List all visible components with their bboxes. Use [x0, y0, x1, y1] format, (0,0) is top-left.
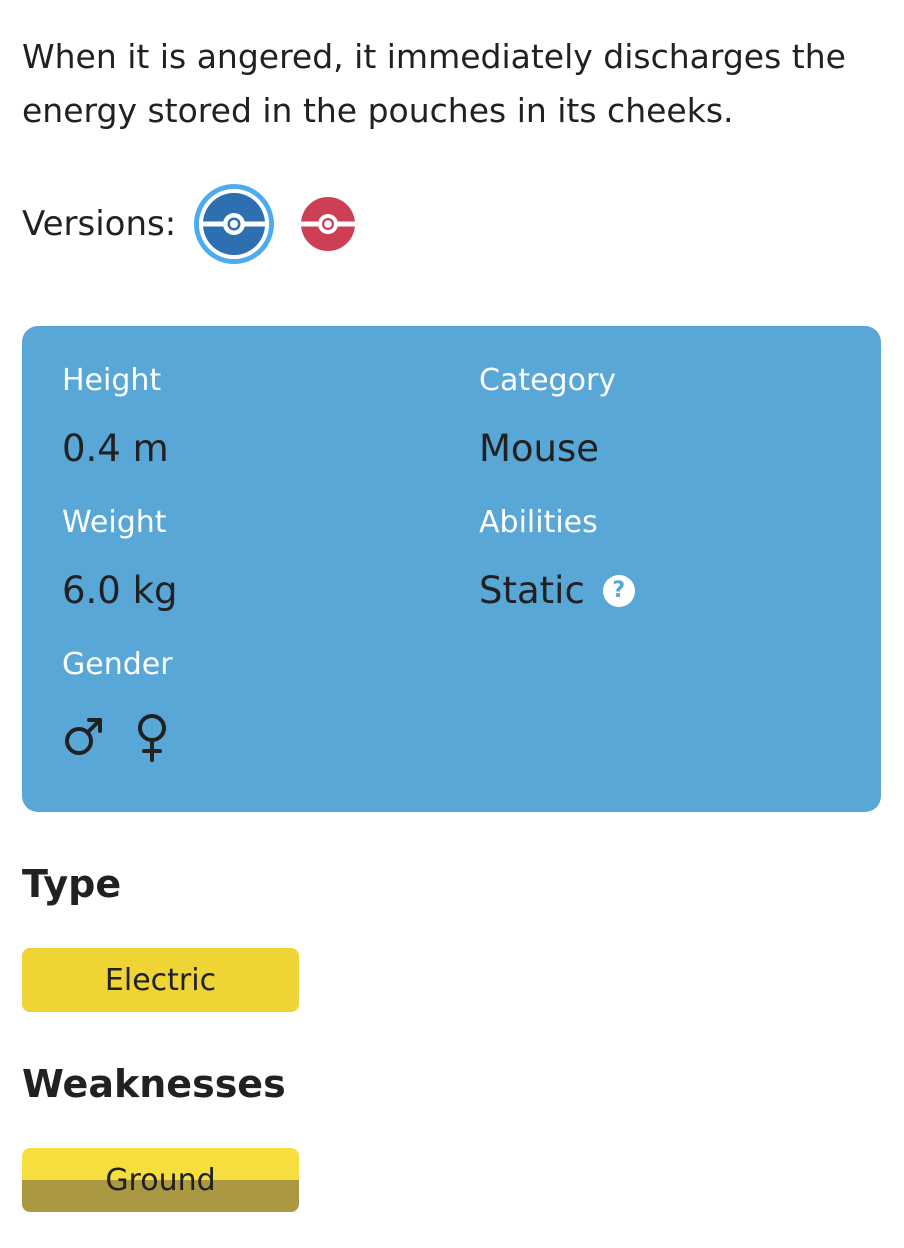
weight-label: Weight — [62, 505, 167, 540]
weakness-pill-ground[interactable]: Ground — [22, 1148, 299, 1212]
category-stat: Category Mouse — [479, 364, 616, 470]
version-blue-button[interactable] — [194, 184, 275, 264]
category-value: Mouse — [479, 427, 600, 470]
versions-label: Versions: — [22, 204, 177, 244]
weaknesses-heading: Weaknesses — [22, 1062, 286, 1106]
height-stat: Height 0.4 m — [62, 364, 169, 470]
height-value: 0.4 m — [62, 427, 169, 470]
abilities-row: Static? — [479, 570, 635, 612]
flavor-text: When it is angered, it immediately disch… — [22, 37, 846, 130]
male-icon — [62, 716, 104, 762]
gender-label: Gender — [62, 647, 173, 682]
question-icon[interactable]: ? — [602, 574, 635, 607]
ability-link-static[interactable]: Static — [479, 569, 585, 612]
height-label: Height — [62, 363, 162, 398]
gender-stat: Gender — [62, 648, 173, 766]
pokeball-red-version-icon — [301, 197, 356, 251]
category-label: Category — [479, 363, 617, 398]
version-red-button[interactable] — [300, 196, 356, 252]
female-icon — [134, 712, 170, 766]
type-heading: Type — [22, 862, 122, 906]
gender-icons — [62, 712, 173, 766]
pokeball-blue-version-icon — [199, 189, 270, 259]
weight-value: 6.0 kg — [62, 569, 178, 612]
abilities-stat: Abilities Static? — [479, 506, 635, 612]
versions-row: Versions: — [22, 182, 356, 266]
pokemon-info-card: Height 0.4 m Category Mouse Weight 6.0 k… — [22, 326, 881, 812]
type-pill-electric[interactable]: Electric — [22, 948, 299, 1012]
abilities-label: Abilities — [479, 505, 598, 540]
weight-stat: Weight 6.0 kg — [62, 506, 178, 612]
pokemon-detail-page: When it is angered, it immediately disch… — [0, 0, 904, 1248]
